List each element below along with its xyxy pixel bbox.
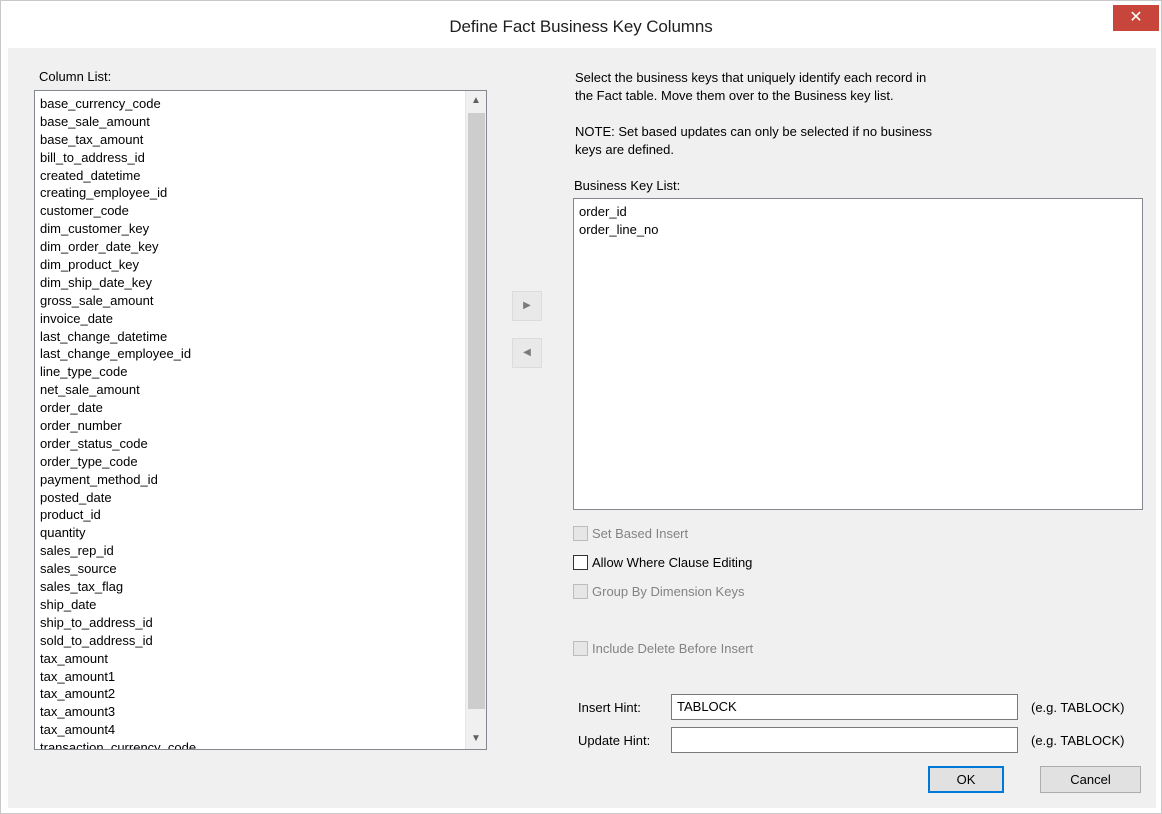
arrow-left-icon: ◀ — [523, 347, 531, 358]
set-based-insert-checkbox[interactable] — [573, 526, 588, 542]
list-item[interactable]: order_id — [574, 203, 1142, 221]
list-item[interactable]: last_change_employee_id — [35, 345, 464, 363]
note-line-2: keys are defined. — [575, 142, 675, 157]
group-by-dimension-keys-label: Group By Dimension Keys — [592, 584, 745, 600]
dialog-body: Column List: base_currency_code base_sale… — [8, 48, 1156, 808]
list-item[interactable]: product_id — [35, 506, 464, 524]
update-hint-label: Update Hint: — [578, 733, 651, 748]
column-list[interactable]: base_currency_code base_sale_amount base_t… — [34, 90, 487, 750]
column-list-label: Column List: — [39, 69, 112, 84]
add-key-button[interactable]: ▶ — [512, 291, 542, 321]
instruction-line-2: the Fact table. Move them over to the Bu… — [575, 88, 894, 103]
list-item[interactable]: payment_method_id — [35, 471, 464, 489]
business-key-list-label: Business Key List: — [574, 178, 681, 193]
list-item[interactable]: sales_tax_flag — [35, 578, 464, 596]
list-item[interactable]: order_date — [35, 399, 464, 417]
list-item[interactable]: dim_product_key — [35, 256, 464, 274]
scroll-thumb[interactable] — [468, 113, 485, 709]
insert-hint-input[interactable]: TABLOCK — [671, 694, 1018, 720]
remove-key-button[interactable]: ◀ — [512, 338, 542, 368]
allow-where-clause-option: Allow Where Clause Editing — [573, 554, 752, 572]
list-item[interactable]: base_currency_code — [35, 95, 464, 113]
allow-where-clause-checkbox[interactable] — [573, 555, 588, 571]
list-item[interactable]: net_sale_amount — [35, 381, 464, 399]
list-item[interactable]: order_line_no — [574, 221, 1142, 239]
cancel-button[interactable]: Cancel — [1040, 766, 1141, 793]
list-item[interactable]: last_change_datetime — [35, 328, 464, 346]
set-based-insert-option: Set Based Insert — [573, 525, 688, 543]
list-item[interactable]: quantity — [35, 524, 464, 542]
list-item[interactable]: line_type_code — [35, 363, 464, 381]
list-item[interactable]: bill_to_address_id — [35, 149, 464, 167]
update-hint-input[interactable] — [671, 727, 1018, 753]
group-by-dimension-keys-checkbox[interactable] — [573, 584, 588, 600]
list-item[interactable]: ship_date — [35, 596, 464, 614]
column-list-scrollbar[interactable]: ▲ ▼ — [465, 91, 486, 749]
list-item[interactable]: posted_date — [35, 489, 464, 507]
list-item[interactable]: order_number — [35, 417, 464, 435]
list-item[interactable]: customer_code — [35, 202, 464, 220]
list-item[interactable]: tax_amount — [35, 650, 464, 668]
list-item[interactable]: sales_source — [35, 560, 464, 578]
list-item[interactable]: sold_to_address_id — [35, 632, 464, 650]
scroll-up-icon[interactable]: ▲ — [466, 91, 486, 111]
list-item[interactable]: sales_rep_id — [35, 542, 464, 560]
business-key-list[interactable]: order_id order_line_no — [573, 198, 1143, 510]
list-item[interactable]: tax_amount2 — [35, 685, 464, 703]
list-item[interactable]: base_sale_amount — [35, 113, 464, 131]
list-item[interactable]: created_datetime — [35, 167, 464, 185]
list-item[interactable]: dim_customer_key — [35, 220, 464, 238]
scroll-down-icon[interactable]: ▼ — [466, 729, 486, 749]
list-item[interactable]: tax_amount4 — [35, 721, 464, 739]
include-delete-before-insert-label: Include Delete Before Insert — [592, 641, 754, 657]
close-icon: ✕ — [1129, 9, 1143, 26]
allow-where-clause-label: Allow Where Clause Editing — [592, 555, 753, 571]
instruction-line-1: Select the business keys that uniquely i… — [575, 70, 927, 85]
close-button[interactable]: ✕ — [1113, 5, 1159, 31]
note-line-1: NOTE: Set based updates can only be sele… — [575, 124, 932, 139]
insert-hint-example: (e.g. TABLOCK) — [1031, 700, 1125, 715]
list-item[interactable]: dim_order_date_key — [35, 238, 464, 256]
list-item[interactable]: tax_amount1 — [35, 668, 464, 686]
include-delete-before-insert-checkbox[interactable] — [573, 641, 588, 657]
list-item[interactable]: transaction_currency_code — [35, 739, 464, 749]
dialog-window: Define Fact Business Key Columns ✕ Colum… — [0, 0, 1162, 814]
set-based-insert-label: Set Based Insert — [592, 526, 689, 542]
list-item[interactable]: order_type_code — [35, 453, 464, 471]
business-key-items: order_id order_line_no — [574, 203, 1142, 239]
title-bar: Define Fact Business Key Columns ✕ — [1, 1, 1161, 48]
include-delete-before-insert-option: Include Delete Before Insert — [573, 640, 753, 658]
list-item[interactable]: ship_to_address_id — [35, 614, 464, 632]
group-by-dimension-keys-option: Group By Dimension Keys — [573, 583, 744, 601]
insert-hint-label: Insert Hint: — [578, 700, 641, 715]
arrow-right-icon: ▶ — [523, 300, 531, 311]
list-item[interactable]: tax_amount3 — [35, 703, 464, 721]
list-item[interactable]: dim_ship_date_key — [35, 274, 464, 292]
column-list-items: base_currency_code base_sale_amount base_t… — [35, 95, 464, 749]
dialog-title: Define Fact Business Key Columns — [449, 17, 713, 36]
update-hint-example: (e.g. TABLOCK) — [1031, 733, 1125, 748]
list-item[interactable]: invoice_date — [35, 310, 464, 328]
ok-button[interactable]: OK — [928, 766, 1004, 793]
list-item[interactable]: creating_employee_id — [35, 184, 464, 202]
list-item[interactable]: base_tax_amount — [35, 131, 464, 149]
list-item[interactable]: order_status_code — [35, 435, 464, 453]
list-item[interactable]: gross_sale_amount — [35, 292, 464, 310]
